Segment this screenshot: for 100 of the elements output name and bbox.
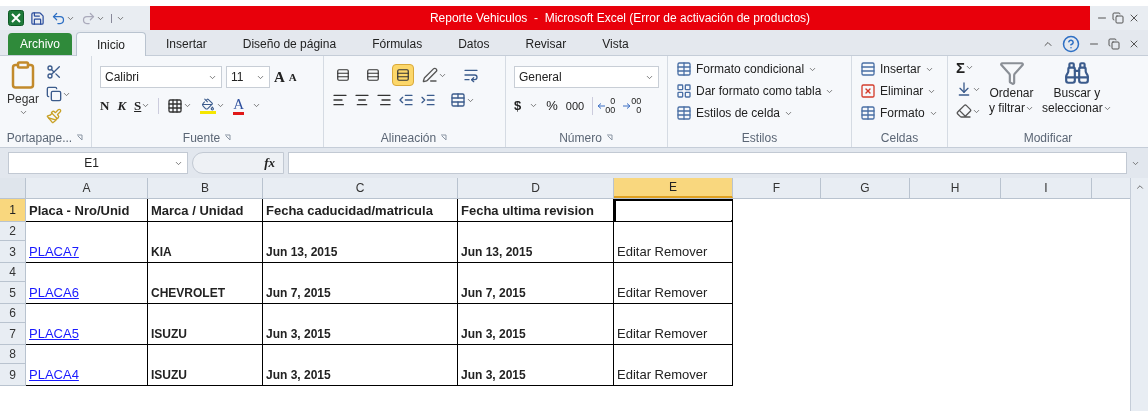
increase-decimal-button[interactable]: 0 00 (592, 96, 616, 115)
link[interactable]: PLACA4 (29, 364, 79, 384)
spreadsheet-app-icon[interactable] (8, 10, 24, 26)
save-button[interactable] (30, 10, 45, 26)
caret-icon (965, 63, 974, 72)
cells-menu-button[interactable]: Formato (860, 104, 939, 122)
horizontal-align-button[interactable] (354, 92, 370, 108)
customize-toolbar-button[interactable] (111, 13, 125, 23)
number-format-dropdown[interactable]: General (514, 66, 659, 88)
find-select-button[interactable]: Buscar y seleccionar (1042, 60, 1112, 119)
table-cell-text: CHEVROLET (151, 285, 225, 302)
ribbon-tab[interactable]: Revisar (509, 33, 583, 55)
help-button[interactable] (1062, 35, 1080, 53)
row-header[interactable]: 4 (0, 263, 26, 282)
ribbon-tab[interactable]: Diseño de página (226, 33, 353, 55)
ribbon-tab[interactable]: Insertar (150, 33, 223, 55)
restore-icon (1108, 38, 1120, 50)
cells-menu-button[interactable]: Insertar (860, 60, 939, 78)
left-arrow-icon (597, 102, 606, 109)
file-tab[interactable]: Archivo (8, 33, 72, 55)
column-header[interactable]: E (614, 178, 733, 198)
styles-menu-button[interactable]: Formato condicional (676, 60, 843, 78)
link[interactable]: PLACA6 (29, 282, 79, 302)
horizontal-align-button[interactable] (376, 92, 392, 108)
font-name-dropdown[interactable]: Calibri (100, 66, 222, 88)
currency-button[interactable]: $ (514, 96, 522, 116)
dialog-launcher-icon[interactable] (76, 134, 85, 142)
thousands-button[interactable]: 000 (565, 97, 585, 114)
shrink-font-button[interactable]: A (288, 71, 297, 83)
undo-button[interactable] (51, 10, 75, 26)
decrease-indent-button[interactable] (398, 92, 414, 108)
dialog-launcher-icon[interactable] (605, 134, 614, 142)
row-header[interactable]: 3 (0, 241, 26, 263)
fill-color-button[interactable] (200, 97, 226, 114)
row-header[interactable]: 1 (0, 199, 26, 222)
name-box[interactable]: E1 (8, 152, 188, 174)
row-header[interactable]: 2 (0, 222, 26, 241)
wrap-text-button[interactable] (463, 67, 479, 83)
scissors-icon (46, 64, 62, 80)
increase-indent-button[interactable] (420, 92, 436, 108)
active-cell[interactable] (614, 199, 733, 222)
borders-button[interactable] (158, 97, 193, 114)
row-header[interactable]: 6 (0, 304, 26, 323)
row-header[interactable]: 7 (0, 323, 26, 345)
ribbon-tab[interactable]: Fórmulas (356, 33, 439, 55)
bold-button[interactable]: N (100, 96, 110, 116)
insert-function-button[interactable]: fx (192, 152, 284, 174)
table-cell-text: Jun 3, 2015 (266, 326, 331, 343)
sort-filter-button[interactable]: Ordenar y filtrar (989, 60, 1034, 119)
close-button[interactable] (1128, 12, 1140, 24)
ribbon-tab[interactable]: Inicio (76, 32, 147, 56)
align-text-icon (376, 92, 392, 108)
ribbon-tab[interactable]: Vista (586, 33, 645, 55)
column-header[interactable]: H (910, 178, 1001, 198)
formula-input[interactable] (288, 152, 1127, 174)
paste-button[interactable]: Pegar (4, 60, 42, 124)
clear-button[interactable] (956, 103, 981, 119)
group-label: Fuente (182, 130, 221, 147)
restore-icon (1112, 12, 1124, 24)
vertical-scrollbar[interactable] (1130, 178, 1148, 411)
table-cell-text: ISUZU (151, 326, 187, 343)
dialog-launcher-icon[interactable] (440, 134, 449, 142)
merge-button[interactable] (450, 92, 475, 108)
horizontal-align-button[interactable] (332, 92, 348, 108)
underline-button[interactable]: S (134, 96, 151, 116)
column-header[interactable]: G (821, 178, 910, 198)
restore-button[interactable] (1112, 12, 1124, 24)
row-header[interactable]: 8 (0, 345, 26, 364)
ribbon-tab[interactable]: Datos (442, 33, 506, 55)
font-size-dropdown[interactable]: 11 (226, 66, 270, 88)
copy-button[interactable] (46, 86, 71, 102)
close-workbook-button[interactable] (1128, 38, 1140, 50)
autosum-button[interactable]: Σ (956, 60, 981, 75)
grow-font-button[interactable]: A (274, 69, 285, 85)
align-text-icon (332, 92, 348, 108)
fill-button[interactable] (956, 81, 981, 97)
cells-menu-button[interactable]: Eliminar (860, 82, 939, 100)
link[interactable]: PLACA7 (29, 241, 79, 261)
column-header[interactable]: B (148, 178, 263, 198)
vertical-align-button[interactable] (392, 64, 414, 86)
column-header[interactable]: F (733, 178, 821, 198)
column-header[interactable]: I (1001, 178, 1092, 198)
row-header[interactable]: 5 (0, 282, 26, 304)
align-lines-icon (396, 68, 410, 82)
dialog-launcher-icon[interactable] (224, 134, 233, 142)
styles-menu-button[interactable]: Estilos de celda (676, 104, 843, 122)
restore-workbook-button[interactable] (1108, 38, 1120, 50)
caret-icon (1025, 104, 1034, 113)
orientation-button[interactable] (422, 67, 447, 83)
link[interactable]: PLACA5 (29, 323, 79, 343)
decrease-decimal-button[interactable]: 00 0 (623, 96, 642, 115)
column-header[interactable]: A (26, 178, 148, 198)
styles-menu-button[interactable]: Dar formato como tabla (676, 82, 843, 100)
percent-button[interactable]: % (546, 96, 558, 116)
row-header[interactable]: 9 (0, 364, 26, 386)
font-color-button[interactable]: A (233, 96, 245, 115)
table-style-icon (676, 83, 692, 99)
italic-button[interactable]: K (117, 96, 127, 116)
column-header[interactable]: C (263, 178, 458, 198)
window-title: Reporte Vehiculos - Microsoft Excel (Error de activación de productos) (429, 10, 811, 27)
